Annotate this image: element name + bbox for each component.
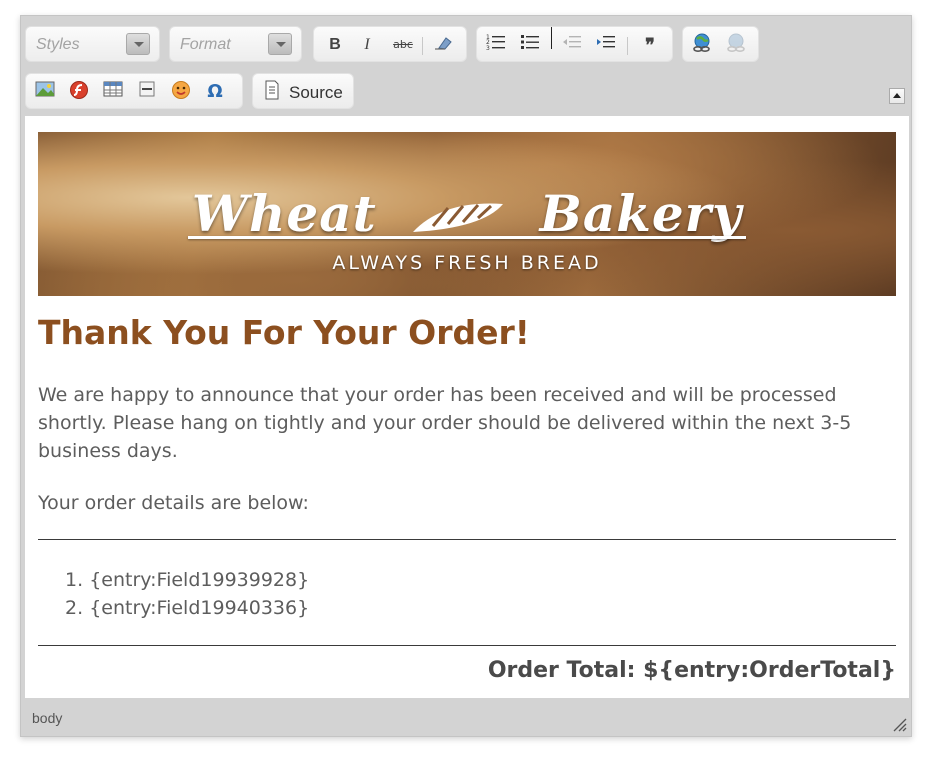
divider bbox=[38, 645, 896, 646]
toolbar-separator bbox=[551, 27, 552, 49]
banner-flourish-line bbox=[188, 236, 746, 239]
list-item-text: {entry:Field19939928} bbox=[89, 569, 310, 591]
toolbar-row-1: Styles Format B I abc 123 ❞ bbox=[21, 26, 911, 66]
basic-styles-group: B I abc bbox=[313, 26, 467, 62]
divider bbox=[38, 539, 896, 540]
svg-text:3: 3 bbox=[486, 45, 490, 51]
source-button-label: Source bbox=[289, 83, 343, 102]
toolbar-separator bbox=[422, 37, 423, 55]
collapse-toolbar-button[interactable] bbox=[889, 88, 905, 104]
bold-icon[interactable]: B bbox=[322, 33, 348, 57]
list-item: 1. {entry:Field19939928} bbox=[65, 566, 309, 594]
page-heading: Thank You For Your Order! bbox=[38, 313, 530, 352]
wheat-icon bbox=[413, 203, 504, 232]
resize-handle-icon[interactable] bbox=[891, 716, 907, 732]
italic-icon[interactable]: I bbox=[354, 33, 380, 57]
blockquote-icon[interactable]: ❞ bbox=[637, 33, 663, 57]
list-item-number: 1. bbox=[65, 569, 84, 591]
intro-paragraph: We are happy to announce that your order… bbox=[38, 384, 852, 462]
horizontal-rule-icon[interactable] bbox=[134, 80, 160, 104]
order-total: Order Total: ${entry:OrderTotal} bbox=[487, 658, 896, 683]
table-icon[interactable] bbox=[100, 80, 126, 104]
banner-title-left: Wheat bbox=[191, 184, 377, 243]
insert-group: Ω bbox=[25, 73, 243, 109]
styles-dropdown-label: Styles bbox=[36, 36, 80, 53]
strikethrough-icon[interactable]: abc bbox=[390, 33, 416, 57]
styles-dropdown[interactable]: Styles bbox=[25, 26, 160, 62]
details-intro-paragraph: Your order details are below: bbox=[38, 492, 309, 514]
toolbar-row-2: Ω Source bbox=[21, 73, 911, 113]
chevron-down-icon[interactable] bbox=[126, 33, 150, 55]
links-group bbox=[682, 26, 759, 62]
decrease-indent-icon[interactable] bbox=[559, 33, 585, 57]
toolbar-separator bbox=[627, 37, 628, 55]
format-dropdown[interactable]: Format bbox=[169, 26, 302, 62]
list-item-number: 2. bbox=[65, 597, 84, 619]
smiley-icon[interactable] bbox=[168, 80, 194, 104]
element-path[interactable]: body bbox=[32, 710, 62, 726]
link-icon[interactable] bbox=[689, 33, 715, 57]
unlink-icon[interactable] bbox=[723, 33, 749, 57]
special-character-icon[interactable]: Ω bbox=[202, 80, 228, 104]
image-icon[interactable] bbox=[32, 80, 58, 104]
status-bar: body bbox=[21, 700, 911, 736]
bulleted-list-icon[interactable] bbox=[517, 33, 543, 57]
list-item-text: {entry:Field19940336} bbox=[89, 597, 310, 619]
flash-icon[interactable] bbox=[66, 80, 92, 104]
numbered-list-icon[interactable]: 123 bbox=[483, 33, 509, 57]
banner-logo: Wheat Bakery bbox=[38, 184, 896, 243]
format-dropdown-label: Format bbox=[180, 36, 231, 53]
paragraph-group: 123 ❞ bbox=[476, 26, 673, 62]
increase-indent-icon[interactable] bbox=[593, 33, 619, 57]
header-banner-image: Wheat Bakery ALWAYS FRESH BREAD bbox=[38, 132, 896, 296]
rich-text-editor: Styles Format B I abc 123 ❞ Ω Source Whe… bbox=[20, 15, 912, 737]
editor-content-area[interactable]: Wheat Bakery ALWAYS FRESH BREAD Thank Yo… bbox=[25, 116, 909, 698]
chevron-down-icon[interactable] bbox=[268, 33, 292, 55]
remove-format-icon[interactable] bbox=[430, 33, 456, 57]
banner-title-right: Bakery bbox=[539, 184, 743, 243]
list-item: 2. {entry:Field19940336} bbox=[65, 594, 309, 622]
document-icon bbox=[259, 80, 285, 104]
banner-tagline: ALWAYS FRESH BREAD bbox=[332, 252, 602, 274]
source-button[interactable]: Source bbox=[252, 73, 354, 109]
order-items-list: 1. {entry:Field19939928} 2. {entry:Field… bbox=[65, 566, 309, 622]
